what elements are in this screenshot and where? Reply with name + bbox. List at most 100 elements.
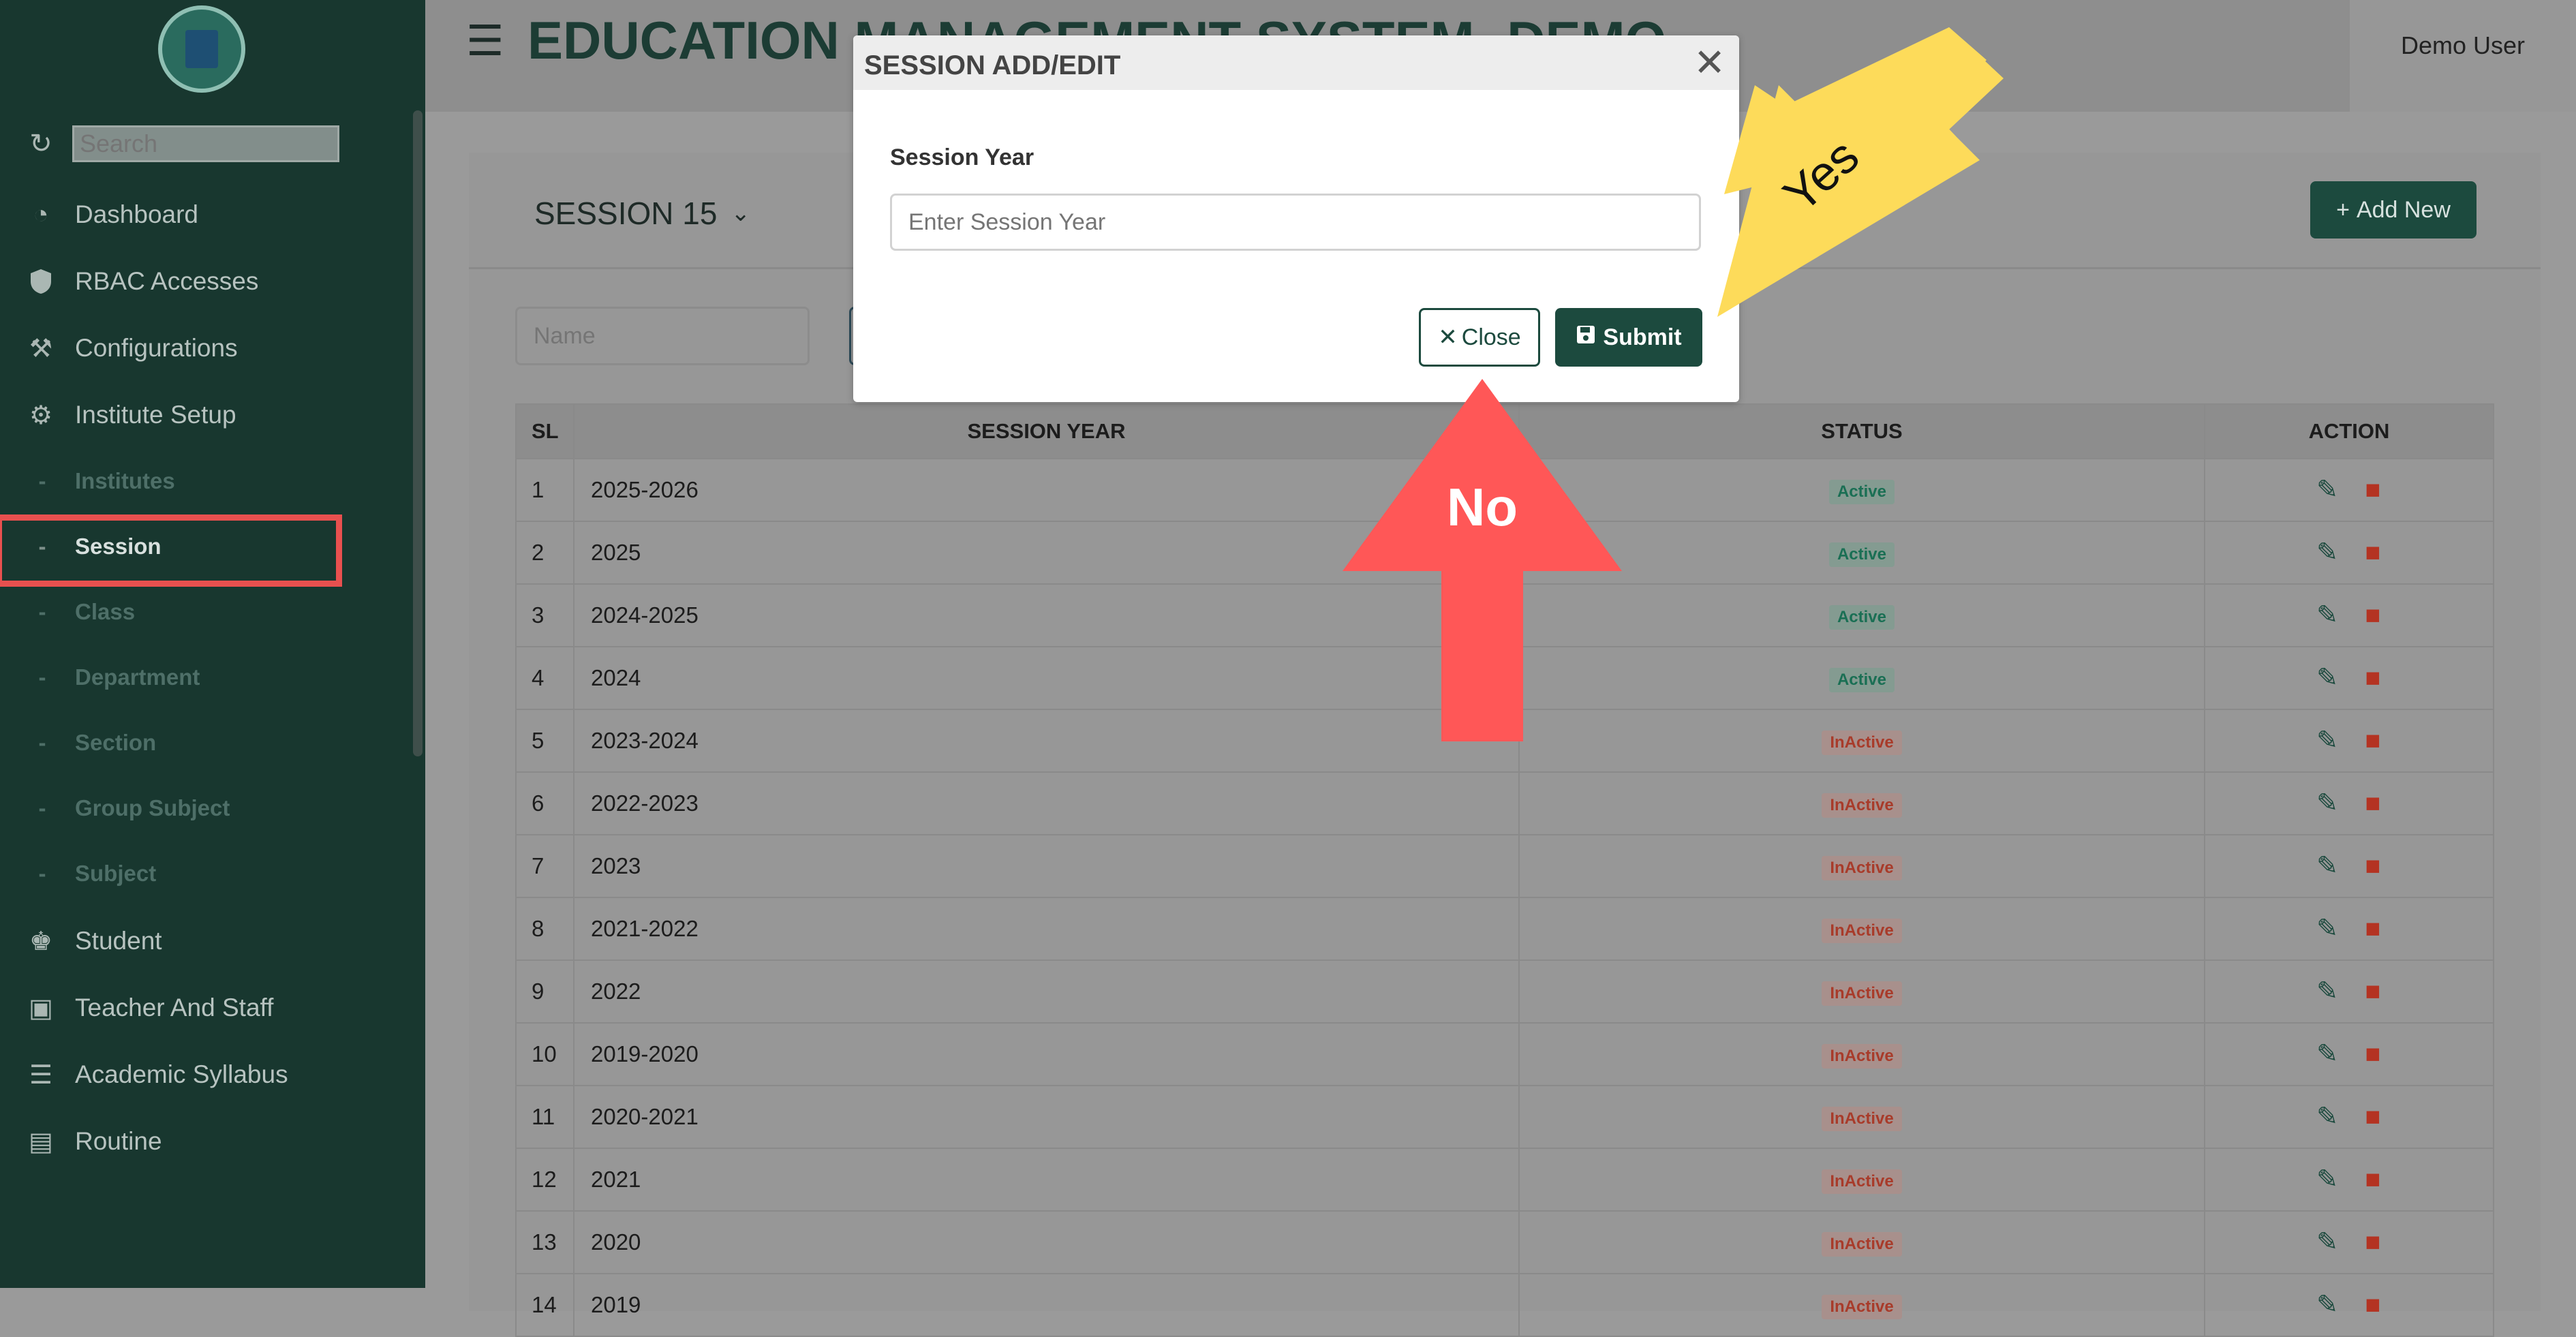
cell-action: ✎ ■ <box>2204 1022 2494 1086</box>
sidebar-item-label: RBAC Accesses <box>75 267 259 295</box>
subitem-label: Section <box>75 730 157 755</box>
trash-icon[interactable]: ■ <box>2361 1229 2385 1256</box>
sidebar-item-teacher-and-staff[interactable]: ▣ Teacher And Staff <box>25 984 273 1032</box>
sidebar-subitem-section[interactable]: - Section <box>34 722 157 763</box>
cell-action: ✎ ■ <box>2204 583 2494 647</box>
table-row: 14 2019 InActive ✎ ■ <box>515 1273 2494 1337</box>
table-row: 6 2022-2023 InActive ✎ ■ <box>515 771 2494 835</box>
edit-icon[interactable]: ✎ <box>2314 602 2341 629</box>
name-filter-input[interactable] <box>515 307 810 365</box>
edit-icon[interactable]: ✎ <box>2314 978 2341 1005</box>
cell-status: InActive <box>1518 1210 2205 1274</box>
edit-icon[interactable]: ✎ <box>2314 727 2341 754</box>
trash-icon[interactable]: ■ <box>2361 539 2385 566</box>
cell-sl: 9 <box>515 959 574 1024</box>
sidebar-item-configurations[interactable]: ⚒ Configurations <box>25 324 238 372</box>
refresh-icon[interactable]: ↻ <box>25 127 57 160</box>
sidebar-item-label: Dashboard <box>75 200 199 228</box>
table-row: 8 2021-2022 InActive ✎ ■ <box>515 897 2494 961</box>
session-year-input[interactable] <box>890 194 1701 251</box>
trash-icon[interactable]: ■ <box>2361 852 2385 880</box>
cell-session-year: 2022-2023 <box>573 771 1520 835</box>
cell-session-year: 2019 <box>573 1273 1520 1337</box>
teacher-board-icon: ▣ <box>29 994 53 1023</box>
sidebar-subitem-subject[interactable]: - Subject <box>34 853 157 894</box>
cell-action: ✎ ■ <box>2204 771 2494 835</box>
sidebar-search: ↻ <box>25 120 339 168</box>
trash-icon[interactable]: ■ <box>2361 602 2385 629</box>
subitem-label: Group Subject <box>75 795 230 820</box>
edit-icon[interactable]: ✎ <box>2314 852 2341 880</box>
gauge-icon: ◔ <box>33 200 49 229</box>
list-menu-icon[interactable]: ☰ <box>466 18 514 65</box>
sidebar-item-dashboard[interactable]: ◔ Dashboard <box>25 191 199 239</box>
sidebar-subitem-institutes[interactable]: - Institutes <box>34 461 175 502</box>
plus-icon: + <box>2336 196 2350 223</box>
edit-icon[interactable]: ✎ <box>2314 664 2341 692</box>
edit-icon[interactable]: ✎ <box>2314 1291 2341 1319</box>
column-header-sl: SL <box>515 403 574 459</box>
edit-icon[interactable]: ✎ <box>2314 790 2341 817</box>
cell-sl: 6 <box>515 771 574 835</box>
cell-session-year: 2020 <box>573 1210 1520 1274</box>
add-new-button[interactable]: + Add New <box>2310 181 2477 239</box>
session-year-label: Session Year <box>890 144 1034 170</box>
cell-session-year: 2021 <box>573 1148 1520 1212</box>
sidebar: ↻ ◔ Dashboard RBAC Accesses ⚒ Configurat… <box>0 0 425 1288</box>
cell-sl: 7 <box>515 834 574 898</box>
trash-icon[interactable]: ■ <box>2361 978 2385 1005</box>
sidebar-item-student[interactable]: ♚ Student <box>25 917 162 965</box>
add-new-label: Add New <box>2356 196 2451 223</box>
cell-status: InActive <box>1518 1148 2205 1212</box>
trash-icon[interactable]: ■ <box>2361 476 2385 504</box>
status-badge: InActive <box>1822 1043 1902 1069</box>
sidebar-subitem-department[interactable]: - Department <box>34 657 200 698</box>
subitem-label: Department <box>75 664 200 690</box>
sidebar-subitem-class[interactable]: - Class <box>34 591 136 632</box>
session-dropdown[interactable]: SESSION 15 ⌄ <box>534 195 750 232</box>
close-button[interactable]: ✕ Close <box>1419 308 1540 367</box>
cell-sl: 12 <box>515 1148 574 1212</box>
edit-icon[interactable]: ✎ <box>2314 1041 2341 1068</box>
trash-icon[interactable]: ■ <box>2361 915 2385 942</box>
trash-icon[interactable]: ■ <box>2361 664 2385 692</box>
cell-sl: 2 <box>515 521 574 585</box>
edit-icon[interactable]: ✎ <box>2314 539 2341 566</box>
sidebar-item-institute-setup[interactable]: ⚙ Institute Setup <box>25 391 236 439</box>
trash-icon[interactable]: ■ <box>2361 790 2385 817</box>
cell-status: InActive <box>1518 1022 2205 1086</box>
trash-icon[interactable]: ■ <box>2361 1166 2385 1193</box>
search-input[interactable] <box>72 125 339 162</box>
sidebar-item-rbac[interactable]: RBAC Accesses <box>25 258 258 305</box>
edit-icon[interactable]: ✎ <box>2314 1229 2341 1256</box>
cell-status: InActive <box>1518 1085 2205 1149</box>
sidebar-item-routine[interactable]: ▤ Routine <box>25 1118 162 1165</box>
trash-icon[interactable]: ■ <box>2361 1103 2385 1131</box>
trash-icon[interactable]: ■ <box>2361 1291 2385 1319</box>
cell-sl: 13 <box>515 1210 574 1274</box>
edit-icon[interactable]: ✎ <box>2314 1166 2341 1193</box>
status-badge: InActive <box>1822 1106 1902 1131</box>
cell-action: ✎ ■ <box>2204 1148 2494 1212</box>
no-arrow-annotation: No <box>1343 379 1622 741</box>
sidebar-scrollbar[interactable] <box>413 110 423 756</box>
user-menu[interactable]: Demo User <box>2350 0 2576 112</box>
no-label: No <box>1447 477 1518 537</box>
edit-icon[interactable]: ✎ <box>2314 476 2341 504</box>
submit-button[interactable]: Submit <box>1555 308 1702 367</box>
cell-action: ✎ ■ <box>2204 1210 2494 1274</box>
submit-label: Submit <box>1603 324 1682 350</box>
save-icon <box>1576 324 1596 351</box>
cell-sl: 11 <box>515 1085 574 1149</box>
sidebar-item-academic-syllabus[interactable]: ☰ Academic Syllabus <box>25 1051 288 1098</box>
trash-icon[interactable]: ■ <box>2361 1041 2385 1068</box>
table-row: 13 2020 InActive ✎ ■ <box>515 1210 2494 1274</box>
cell-status: InActive <box>1518 834 2205 898</box>
edit-icon[interactable]: ✎ <box>2314 1103 2341 1131</box>
status-badge: InActive <box>1822 981 1902 1006</box>
edit-icon[interactable]: ✎ <box>2314 915 2341 942</box>
trash-icon[interactable]: ■ <box>2361 727 2385 754</box>
sidebar-subitem-group-subject[interactable]: - Group Subject <box>34 788 230 829</box>
cell-action: ✎ ■ <box>2204 1273 2494 1337</box>
cell-action: ✎ ■ <box>2204 521 2494 585</box>
